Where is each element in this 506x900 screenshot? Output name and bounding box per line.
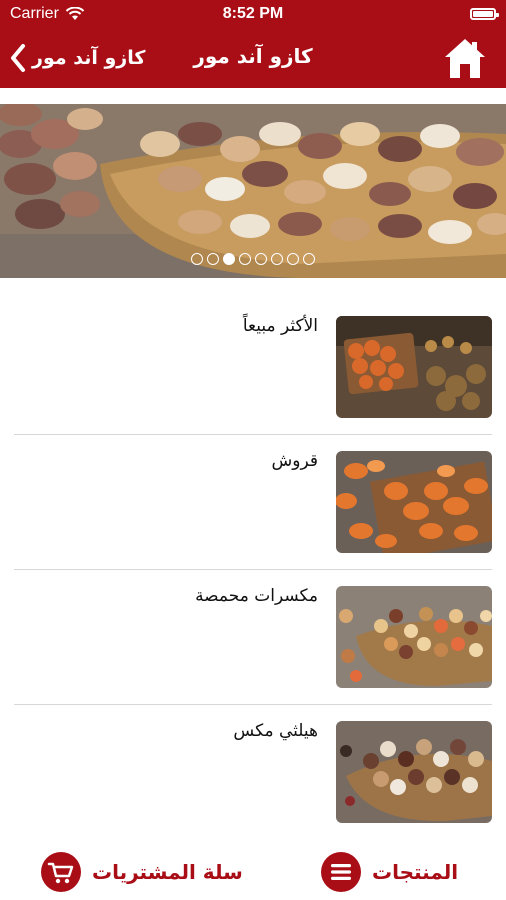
chips-image — [336, 451, 492, 553]
page-title: كازو آند مور — [193, 44, 313, 68]
tab-products[interactable]: المنتجات — [320, 850, 458, 894]
back-button[interactable]: كازو آند مور — [8, 38, 145, 78]
snacks-tray-image — [336, 316, 492, 418]
carousel-dot[interactable] — [255, 252, 267, 265]
shopping-cart-icon — [41, 852, 81, 892]
tab-cart[interactable]: سلة المشتريات — [40, 850, 243, 894]
chevron-left-icon — [11, 44, 25, 72]
carousel-dot[interactable] — [223, 252, 235, 265]
carousel-dot[interactable] — [271, 252, 283, 265]
category-list: الأكثر مبيعاً قروش مكسرات محمصة هيلثي مك… — [0, 300, 506, 840]
category-row-roasted-nuts[interactable]: مكسرات محمصة — [0, 570, 506, 705]
status-bar: Carrier 8:52 PM — [0, 0, 506, 30]
home-icon[interactable] — [442, 36, 488, 82]
bottom-tab-bar: سلة المشتريات المنتجات — [0, 840, 506, 900]
category-row-best-sellers[interactable]: الأكثر مبيعاً — [0, 300, 506, 435]
nav-bar: كازو آند مور كازو آند مور — [0, 30, 506, 88]
healthy-mix-basket-image — [336, 721, 492, 823]
back-button-label: كازو آند مور — [32, 47, 146, 69]
carousel-dot[interactable] — [303, 252, 315, 265]
category-row-chips[interactable]: قروش — [0, 435, 506, 570]
menu-icon — [321, 852, 361, 892]
carousel-dot[interactable] — [239, 252, 251, 265]
status-time: 8:52 PM — [222, 5, 284, 22]
tab-products-label: المنتجات — [372, 860, 459, 884]
banner-carousel[interactable] — [0, 104, 506, 278]
category-label: هيلثي مكس — [233, 721, 318, 741]
carousel-dot[interactable] — [191, 252, 203, 265]
roasted-nuts-basket-image — [336, 586, 492, 688]
carousel-dot[interactable] — [287, 252, 299, 265]
category-row-healthy-mix[interactable]: هيلثي مكس — [0, 705, 506, 840]
category-label: قروش — [271, 451, 318, 471]
tab-cart-label: سلة المشتريات — [92, 860, 243, 884]
carousel-dots — [0, 248, 506, 265]
category-label: الأكثر مبيعاً — [242, 316, 318, 336]
carousel-dot[interactable] — [207, 252, 219, 265]
category-label: مكسرات محمصة — [195, 586, 318, 606]
header-gap — [0, 88, 506, 104]
battery-icon — [470, 8, 499, 20]
